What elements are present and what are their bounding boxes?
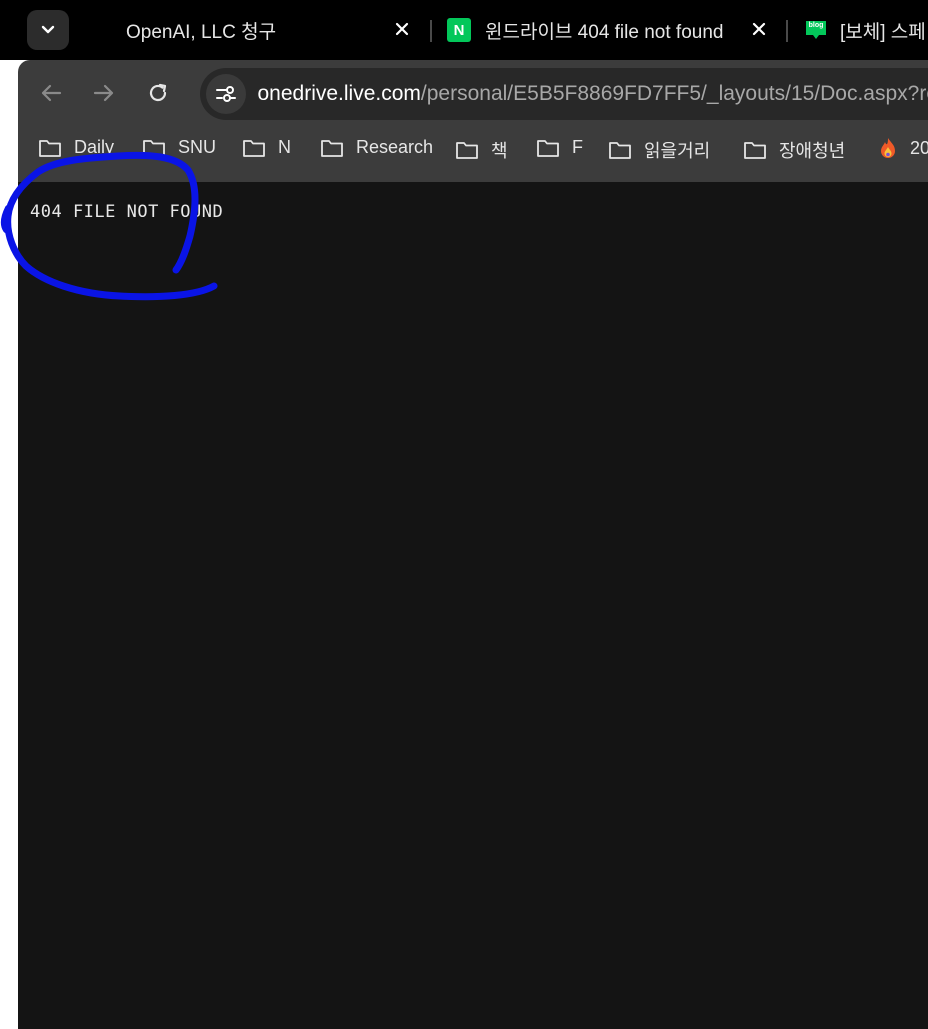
naver-blog-icon: blog (804, 19, 828, 41)
folder-icon (243, 139, 265, 157)
bookmark-label: 책 (491, 141, 508, 161)
forward-button[interactable] (88, 77, 120, 109)
tab-onedrive-404[interactable]: N 윈드라이브 404 file not found (447, 12, 729, 48)
bookmark-folder-reading[interactable]: 읽을거리 (608, 137, 710, 163)
site-info-button[interactable] (206, 74, 246, 114)
naver-n-icon: N (447, 18, 471, 42)
forward-arrow-icon (93, 84, 114, 102)
bookmark-folder-research[interactable]: Research (320, 137, 433, 158)
address-bar[interactable]: onedrive.live.com/personal/E5B5F8869FD7F… (200, 68, 928, 120)
tab-title: [보체] 스페 (840, 21, 926, 43)
bookmark-label: 장애청년 (779, 141, 846, 161)
reload-icon (149, 83, 167, 102)
tab-search-button[interactable] (27, 10, 69, 50)
close-icon (395, 22, 409, 36)
bookmark-folder-book[interactable]: 책 (455, 137, 508, 163)
back-button[interactable] (35, 77, 67, 109)
url-text[interactable]: onedrive.live.com/personal/E5B5F8869FD7F… (258, 82, 928, 106)
chevron-down-icon (41, 25, 55, 34)
bookmark-folder-disabled-youth[interactable]: 장애청년 (743, 137, 845, 163)
tab-naver-blog[interactable]: blog [보체] 스페 (804, 12, 928, 48)
bookmark-label: Research (356, 137, 434, 157)
tab-close-button[interactable] (748, 18, 770, 40)
url-host: onedrive.live.com (257, 82, 421, 105)
folder-icon (744, 142, 766, 159)
folder-icon (456, 142, 478, 159)
bookmark-label: F (572, 137, 583, 157)
bookmark-label: 읽을거리 (644, 141, 711, 161)
bookmark-label: 20 (910, 137, 928, 158)
back-arrow-icon (41, 84, 62, 102)
bookmark-label: N (278, 137, 291, 157)
reload-button[interactable] (142, 77, 174, 109)
tab-separator (786, 20, 788, 42)
folder-icon (609, 142, 631, 159)
bookmark-folder-f[interactable]: F (536, 137, 583, 158)
folder-icon (537, 139, 559, 157)
tab-title: 윈드라이브 404 file not found (485, 21, 724, 43)
folder-icon (321, 139, 343, 157)
annotation-circle (0, 151, 218, 301)
tab-strip: OpenAI, LLC 청구 N 윈드라이브 404 file not foun… (0, 0, 928, 60)
tab-separator (430, 20, 432, 42)
tab-title: OpenAI, LLC 청구 (126, 21, 277, 43)
tab-close-button[interactable] (391, 18, 413, 40)
close-icon (752, 22, 766, 36)
tune-icon (215, 86, 236, 102)
url-path: /personal/E5B5F8869FD7FF5/_layouts/15/Do… (420, 82, 928, 105)
bookmark-folder-n[interactable]: N (242, 137, 291, 158)
bookmark-20[interactable]: 20 (878, 137, 928, 159)
tab-openai-billing[interactable]: OpenAI, LLC 청구 (126, 12, 376, 48)
flame-icon (881, 138, 895, 158)
